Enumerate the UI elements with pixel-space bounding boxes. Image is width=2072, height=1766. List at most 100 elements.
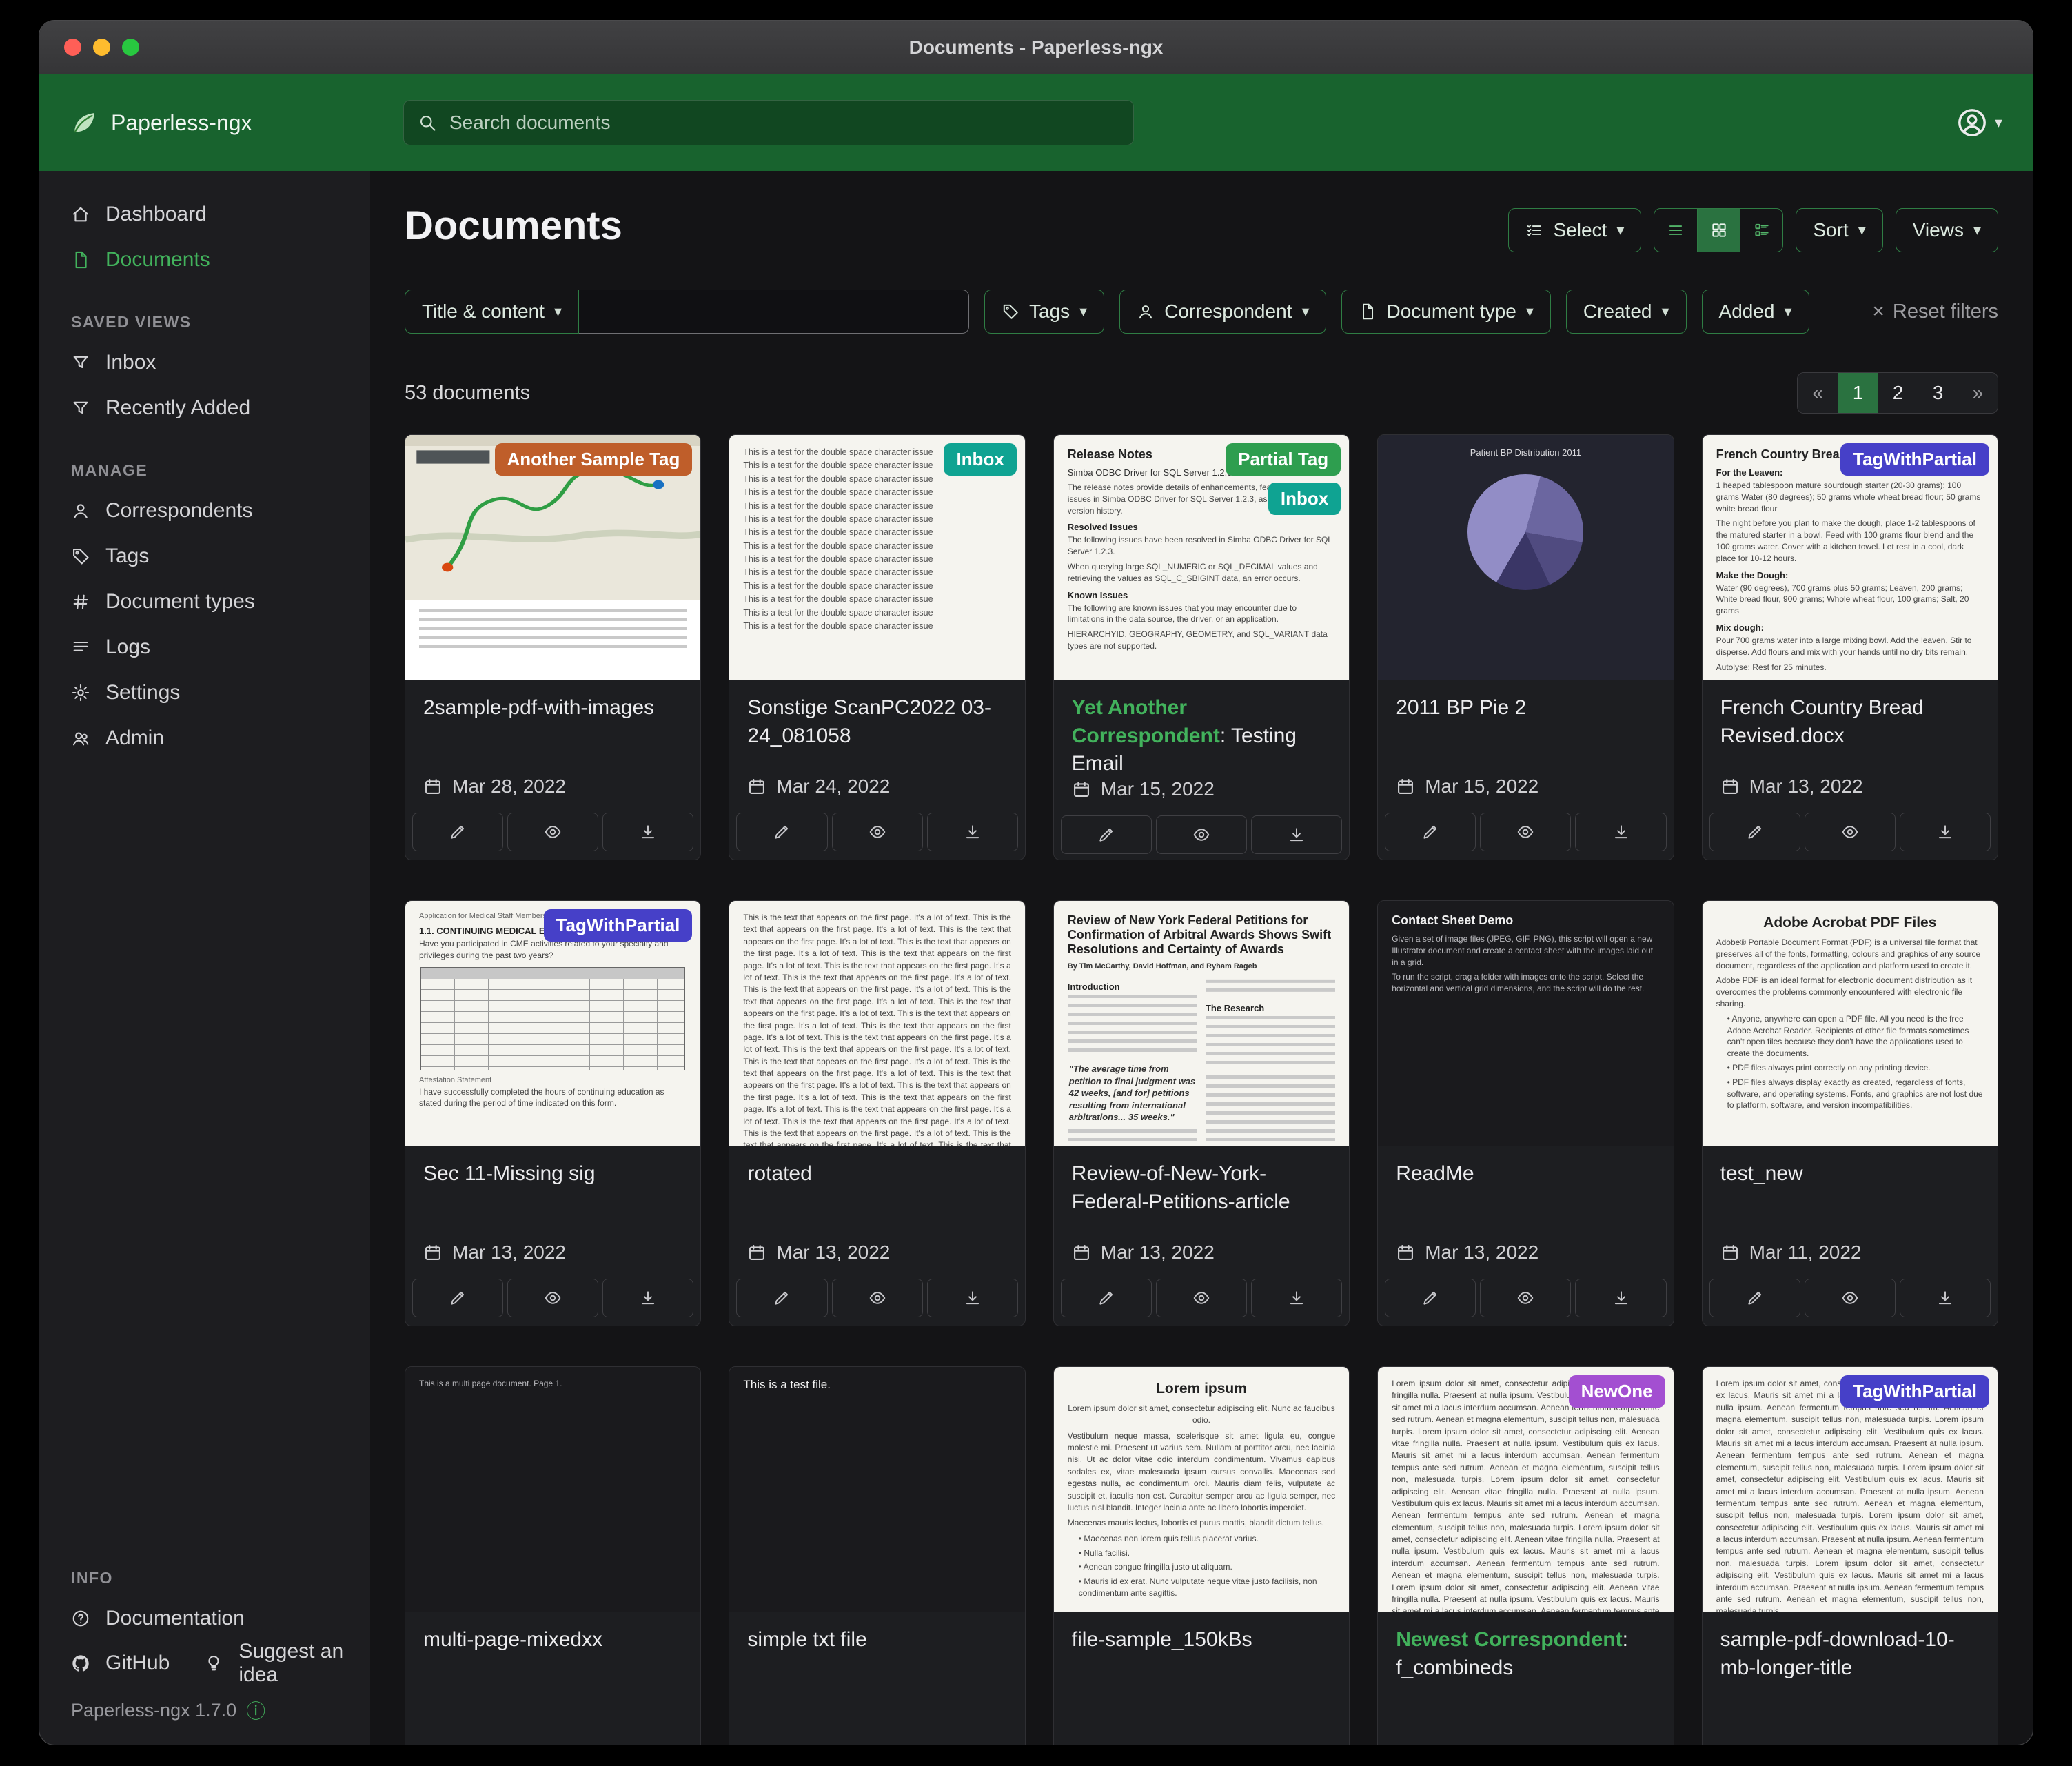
edit-button[interactable] xyxy=(412,813,503,851)
download-button[interactable] xyxy=(1251,1279,1342,1317)
download-button[interactable] xyxy=(1575,813,1666,851)
document-card[interactable]: Another Sample Tag 2sample-pdf-with-imag… xyxy=(405,434,701,860)
document-card[interactable]: Lorem ipsumLorem ipsum dolor sit amet, c… xyxy=(1053,1366,1350,1745)
document-thumbnail[interactable]: This is a multi page document. Page 1. xyxy=(405,1367,700,1612)
download-button[interactable] xyxy=(602,1279,693,1317)
tag-badge[interactable]: TagWithPartial xyxy=(544,909,693,942)
document-thumbnail[interactable]: Release NotesSimba ODBC Driver for SQL S… xyxy=(1054,435,1349,680)
edit-button[interactable] xyxy=(412,1279,503,1317)
document-title[interactable]: ReadMe xyxy=(1396,1160,1655,1188)
sidebar-item-dashboard[interactable]: Dashboard xyxy=(39,192,370,237)
document-card[interactable]: Release NotesSimba ODBC Driver for SQL S… xyxy=(1053,434,1350,860)
pagination-page-button[interactable]: 3 xyxy=(1918,373,1958,413)
sidebar-item-settings[interactable]: Settings xyxy=(39,670,370,715)
edit-button[interactable] xyxy=(1385,813,1476,851)
document-thumbnail[interactable]: Application for Medical Staff Membership… xyxy=(405,901,700,1146)
reset-filters-button[interactable]: × Reset filters xyxy=(1872,300,1998,323)
pagination-prev-button[interactable]: « xyxy=(1798,373,1838,413)
correspondent-filter-button[interactable]: Correspondent ▾ xyxy=(1119,290,1326,334)
view-button[interactable] xyxy=(1156,1279,1247,1317)
document-title[interactable]: Newest Correspondent: f_combineds xyxy=(1396,1626,1655,1682)
download-button[interactable] xyxy=(927,1279,1018,1317)
download-button[interactable] xyxy=(1900,813,1991,851)
sidebar-item-logs[interactable]: Logs xyxy=(39,625,370,670)
document-title[interactable]: 2011 BP Pie 2 xyxy=(1396,694,1655,722)
sidebar-item-recently-added[interactable]: Recently Added xyxy=(39,385,370,431)
document-title[interactable]: multi-page-mixedxx xyxy=(423,1626,682,1654)
view-button[interactable] xyxy=(1805,1279,1896,1317)
sidebar-item-documents[interactable]: Documents xyxy=(39,237,370,283)
document-card[interactable]: Review of New York Federal Petitions for… xyxy=(1053,900,1350,1326)
sidebar-item-document-types[interactable]: Document types xyxy=(39,579,370,625)
pagination-next-button[interactable]: » xyxy=(1958,373,1998,413)
download-button[interactable] xyxy=(602,813,693,851)
created-filter-button[interactable]: Created ▾ xyxy=(1566,290,1687,334)
document-title[interactable]: simple txt file xyxy=(747,1626,1006,1654)
global-search-input[interactable] xyxy=(448,111,1119,134)
document-card[interactable]: This is a multi page document. Page 1. m… xyxy=(405,1366,701,1745)
added-filter-button[interactable]: Added ▾ xyxy=(1702,290,1809,334)
download-button[interactable] xyxy=(1900,1279,1991,1317)
document-title[interactable]: Sonstige ScanPC2022 03-24_081058 xyxy=(747,694,1006,750)
document-card[interactable]: Lorem ipsum dolor sit amet, consectetur … xyxy=(1377,1366,1674,1745)
pagination-page-button[interactable]: 1 xyxy=(1838,373,1878,413)
view-button[interactable] xyxy=(1480,1279,1571,1317)
sidebar-item-admin[interactable]: Admin xyxy=(39,715,370,761)
document-thumbnail[interactable]: This is a test for the double space char… xyxy=(729,435,1024,680)
tag-badge[interactable]: TagWithPartial xyxy=(1840,443,1989,476)
tag-badge[interactable]: Inbox xyxy=(944,443,1016,476)
minimize-button[interactable] xyxy=(93,39,110,56)
view-grid-button[interactable] xyxy=(1697,209,1740,252)
document-thumbnail[interactable]: French Country BreadFor the Leaven:1 hea… xyxy=(1703,435,1998,680)
tag-badge[interactable]: TagWithPartial xyxy=(1840,1375,1989,1408)
edit-button[interactable] xyxy=(1385,1279,1476,1317)
sidebar-item-documentation[interactable]: Documentation xyxy=(39,1596,370,1641)
sidebar-item-inbox[interactable]: Inbox xyxy=(39,340,370,385)
view-button[interactable] xyxy=(507,813,598,851)
document-title[interactable]: rotated xyxy=(747,1160,1006,1188)
document-thumbnail[interactable]: Adobe Acrobat PDF FilesAdobe® Portable D… xyxy=(1703,901,1998,1146)
document-thumbnail[interactable]: Contact Sheet DemoGiven a set of image f… xyxy=(1378,901,1673,1146)
view-button[interactable] xyxy=(1480,813,1571,851)
select-button[interactable]: Select ▾ xyxy=(1508,208,1641,252)
download-button[interactable] xyxy=(1251,815,1342,854)
document-thumbnail[interactable]: Patient BP Distribution 2011 xyxy=(1378,435,1673,680)
sidebar-item-tags[interactable]: Tags xyxy=(39,534,370,579)
document-card[interactable]: Patient BP Distribution 2011 2011 BP Pie… xyxy=(1377,434,1674,860)
document-title[interactable]: sample-pdf-download-10-mb-longer-title xyxy=(1720,1626,1980,1682)
pagination-page-button[interactable]: 2 xyxy=(1878,373,1918,413)
tag-badge[interactable]: Another Sample Tag xyxy=(495,443,693,476)
title-content-dropdown[interactable]: Title & content ▾ xyxy=(405,290,579,334)
brand[interactable]: Paperless-ngx xyxy=(39,108,370,137)
document-card[interactable]: Lorem ipsum dolor sit amet, consectetur … xyxy=(1702,1366,1998,1745)
sidebar-item-github[interactable]: GitHub xyxy=(71,1652,170,1675)
document-card[interactable]: This is a test file. simple txt file xyxy=(729,1366,1025,1745)
sidebar-item-correspondents[interactable]: Correspondents xyxy=(39,488,370,534)
document-card[interactable]: Application for Medical Staff Membership… xyxy=(405,900,701,1326)
tag-badge[interactable]: Partial Tag xyxy=(1226,443,1341,476)
document-card[interactable]: French Country BreadFor the Leaven:1 hea… xyxy=(1702,434,1998,860)
document-thumbnail[interactable]: This is the text that appears on the fir… xyxy=(729,901,1024,1146)
document-type-filter-button[interactable]: Document type ▾ xyxy=(1341,290,1550,334)
document-thumbnail[interactable]: Review of New York Federal Petitions for… xyxy=(1054,901,1349,1146)
document-card[interactable]: This is a test for the double space char… xyxy=(729,434,1025,860)
document-title[interactable]: file-sample_150kBs xyxy=(1072,1626,1331,1654)
view-details-button[interactable] xyxy=(1740,209,1782,252)
document-thumbnail[interactable]: Another Sample Tag xyxy=(405,435,700,680)
document-correspondent[interactable]: Newest Correspondent xyxy=(1396,1628,1622,1651)
edit-button[interactable] xyxy=(1061,1279,1152,1317)
download-button[interactable] xyxy=(1575,1279,1666,1317)
document-title[interactable]: Sec 11-Missing sig xyxy=(423,1160,682,1188)
edit-button[interactable] xyxy=(736,813,827,851)
edit-button[interactable] xyxy=(1709,813,1800,851)
views-button[interactable]: Views ▾ xyxy=(1896,208,1998,252)
view-button[interactable] xyxy=(1805,813,1896,851)
edit-button[interactable] xyxy=(1061,815,1152,854)
document-title[interactable]: 2sample-pdf-with-images xyxy=(423,694,682,722)
document-card[interactable]: Contact Sheet DemoGiven a set of image f… xyxy=(1377,900,1674,1326)
sort-button[interactable]: Sort ▾ xyxy=(1796,208,1882,252)
document-correspondent[interactable]: Yet Another Correspondent xyxy=(1072,696,1220,747)
document-card[interactable]: This is the text that appears on the fir… xyxy=(729,900,1025,1326)
document-title[interactable]: Yet Another Correspondent: Testing Email xyxy=(1072,694,1331,778)
document-thumbnail[interactable]: This is a test file. xyxy=(729,1367,1024,1612)
